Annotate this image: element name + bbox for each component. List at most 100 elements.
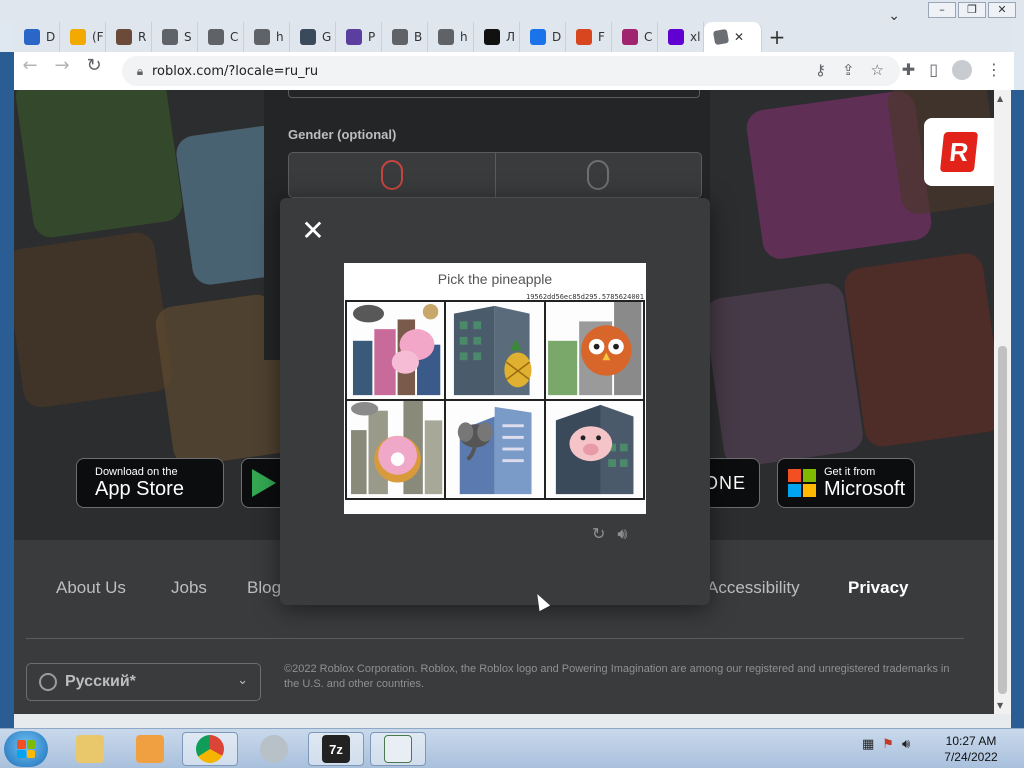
butterfly-icon xyxy=(347,302,445,399)
share-icon[interactable]: ⇪ xyxy=(842,61,855,79)
taskbar-chrome[interactable] xyxy=(182,732,238,766)
tab-13[interactable]: C xyxy=(612,22,658,52)
tab-title: B xyxy=(414,30,423,44)
taskbar-media-player[interactable] xyxy=(122,732,178,766)
windows-logo-icon xyxy=(17,740,35,758)
volume-icon[interactable]: 🔊︎ xyxy=(902,737,910,752)
window-titlebar[interactable]: – ❐ ✕ xyxy=(0,0,1024,20)
captcha-tile-donut[interactable] xyxy=(346,400,446,499)
menu-kebab-icon[interactable]: ⋮ xyxy=(986,60,1002,80)
tab-7[interactable]: P xyxy=(336,22,382,52)
scroll-down-arrow-icon[interactable]: ▼ xyxy=(997,701,1003,710)
desktop-background-left xyxy=(0,52,14,728)
tab-favicon-icon xyxy=(484,29,500,45)
taskbar-explorer[interactable] xyxy=(62,732,118,766)
tab-4[interactable]: C xyxy=(198,22,244,52)
omnibox-actions: ⚷ ⇪ ☆ xyxy=(815,61,884,79)
tab-favicon-icon xyxy=(668,29,684,45)
taskbar-clock[interactable]: 10:27 AM 7/24/2022 xyxy=(936,733,1006,765)
captcha-tile-butterfly[interactable] xyxy=(346,301,446,400)
donut-icon xyxy=(347,401,445,498)
footer-link-privacy[interactable]: Privacy xyxy=(848,578,909,598)
footer-link-blog[interactable]: Blog xyxy=(247,578,281,598)
ms-store-big-text: Microsoft xyxy=(824,478,906,500)
xbox-badge[interactable]: ONE xyxy=(704,458,760,508)
maximize-button[interactable]: ❐ xyxy=(958,2,986,18)
footer-link-about-us[interactable]: About Us xyxy=(56,578,126,598)
desktop-background-right xyxy=(1011,90,1024,728)
tab-12[interactable]: F xyxy=(566,22,612,52)
tab-6[interactable]: G xyxy=(290,22,336,52)
captcha-challenge: Pick the pineapple 19562dd56ec85d295.578… xyxy=(344,263,646,514)
tab-search-chevron-icon[interactable]: ⌄ xyxy=(888,8,900,24)
taskbar-speaker-app[interactable] xyxy=(246,732,302,766)
page-scrollbar[interactable]: ▲ ▼ xyxy=(994,90,1011,714)
captcha-tile-pig[interactable] xyxy=(544,400,644,499)
tab-title: G xyxy=(322,30,332,44)
tab-2[interactable]: R xyxy=(106,22,152,52)
tab-14[interactable]: xl xyxy=(658,22,704,52)
profile-avatar-icon[interactable] xyxy=(952,60,972,80)
captcha-tile-owl[interactable] xyxy=(544,301,644,400)
scroll-up-arrow-icon[interactable]: ▲ xyxy=(997,94,1003,103)
window-bottom-edge xyxy=(14,714,1011,728)
gender-female-button[interactable] xyxy=(289,153,495,197)
scrollbar-thumb[interactable] xyxy=(998,346,1007,694)
extensions-puzzle-icon[interactable]: ✚ xyxy=(902,60,915,80)
tab-0[interactable]: D xyxy=(14,22,60,52)
start-button[interactable] xyxy=(4,731,48,767)
microsoft-store-badge[interactable]: Get it from Microsoft xyxy=(777,458,915,508)
action-center-flag-icon[interactable]: ⚑ xyxy=(882,737,894,752)
captcha-tile-pineapple[interactable] xyxy=(445,301,545,400)
tab-active-roblox[interactable]: ✕ xyxy=(704,22,762,52)
audio-speaker-icon[interactable]: 🔊︎ xyxy=(617,524,627,544)
address-bar[interactable]: 🔒︎ roblox.com/?locale=ru_ru ⚷ ⇪ ☆ xyxy=(122,56,900,86)
globe-icon xyxy=(39,673,57,691)
tab-1[interactable]: (F xyxy=(60,22,106,52)
lock-icon[interactable]: 🔒︎ xyxy=(128,64,152,79)
tab-close-icon[interactable]: ✕ xyxy=(734,30,744,44)
tab-8[interactable]: B xyxy=(382,22,428,52)
tab-favicon-icon xyxy=(208,29,224,45)
back-arrow-icon[interactable]: ← xyxy=(14,55,46,87)
footer-link-jobs[interactable]: Jobs xyxy=(171,578,207,598)
refresh-icon[interactable]: ↻ xyxy=(592,524,605,544)
clock-time: 10:27 AM xyxy=(945,734,997,748)
footer-link-accessibility[interactable]: Accessibility xyxy=(707,578,800,598)
tab-3[interactable]: S xyxy=(152,22,198,52)
tab-title: D xyxy=(46,30,56,44)
taskbar-7zip[interactable]: 7z xyxy=(308,732,364,766)
bookmark-star-icon[interactable]: ☆ xyxy=(871,61,884,79)
reload-icon[interactable]: ↻ xyxy=(78,55,110,87)
minimize-button[interactable]: – xyxy=(928,2,956,18)
system-tray: ▦ ⚑ 🔊︎ xyxy=(862,737,910,752)
tab-5[interactable]: h xyxy=(244,22,290,52)
language-selector[interactable]: Русский* ⌄ xyxy=(26,663,261,701)
clock-date: 7/24/2022 xyxy=(944,750,998,764)
tab-11[interactable]: D xyxy=(520,22,566,52)
forward-arrow-icon[interactable]: → xyxy=(46,55,78,87)
tab-favicon-icon xyxy=(576,29,592,45)
female-icon xyxy=(380,160,403,190)
url-text[interactable]: roblox.com/?locale=ru_ru xyxy=(152,64,318,79)
taskbar-window-app[interactable] xyxy=(370,732,426,766)
tab-strip: D (F R S Ch G P Bh Л D F Cxl ✕ + xyxy=(14,20,1014,52)
tab-favicon-icon xyxy=(622,29,638,45)
side-panel-icon[interactable]: ▯ xyxy=(929,60,938,80)
browser-toolbar: ← → ↻ 🔒︎ roblox.com/?locale=ru_ru ⚷ ⇪ ☆ … xyxy=(14,52,1014,90)
captcha-image-grid xyxy=(345,300,645,500)
tab-9[interactable]: h xyxy=(428,22,474,52)
gender-male-button[interactable] xyxy=(494,153,702,197)
roblox-app-logo[interactable]: R xyxy=(924,118,994,186)
key-icon[interactable]: ⚷ xyxy=(815,61,826,79)
network-icon[interactable]: ▦ xyxy=(862,737,874,752)
captcha-tile-elephant[interactable] xyxy=(445,400,545,499)
elephant-icon xyxy=(446,401,544,498)
close-window-button[interactable]: ✕ xyxy=(988,2,1016,18)
new-tab-button[interactable]: + xyxy=(762,22,792,52)
app-store-badge[interactable]: Download on the App Store xyxy=(76,458,224,508)
birthday-input-partial[interactable] xyxy=(288,90,700,98)
close-icon[interactable]: ✕ xyxy=(300,217,326,245)
tab-title: F xyxy=(598,30,605,44)
tab-10[interactable]: Л xyxy=(474,22,520,52)
